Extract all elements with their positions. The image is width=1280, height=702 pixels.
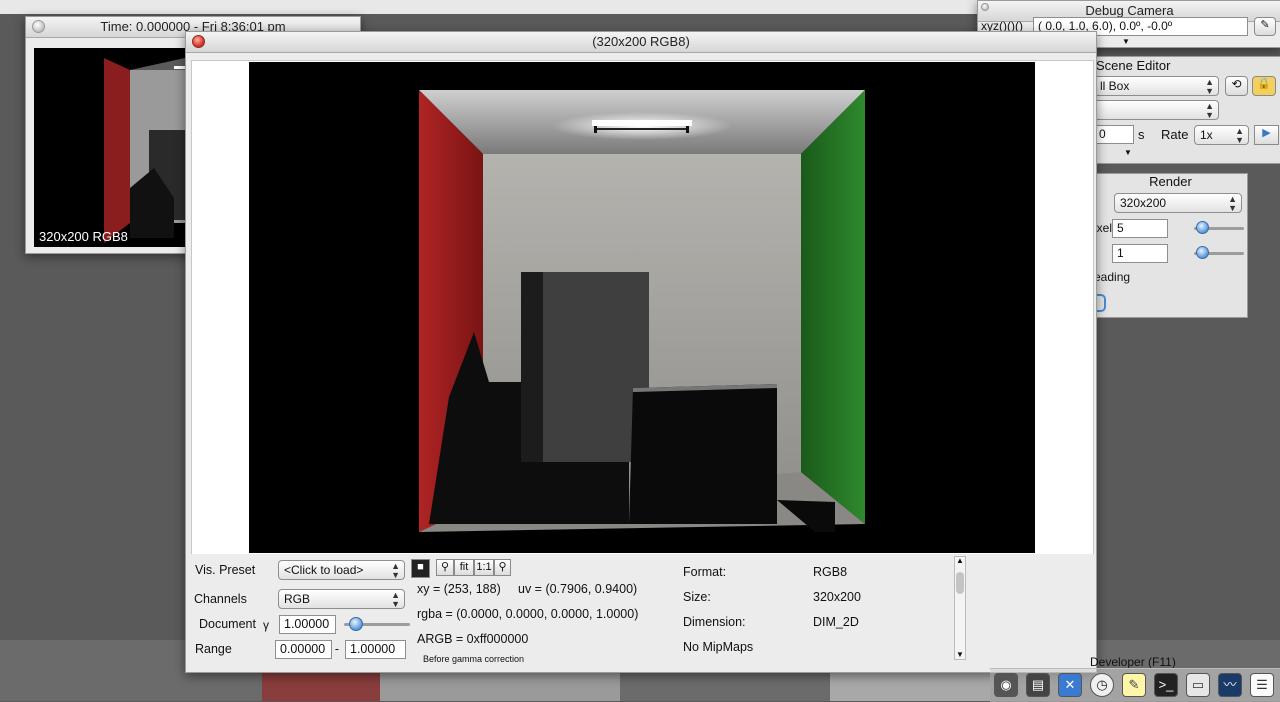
zoom-one-button[interactable]: 1:1	[474, 559, 494, 576]
background-box-patch	[830, 672, 990, 701]
document-icon[interactable]: ☰	[1250, 673, 1274, 697]
image-viewer-window[interactable]: (320x200 RGB8) Vis. Preset <Click to loa…	[185, 31, 1097, 673]
rate-select[interactable]: 1x ▲ ▼	[1194, 125, 1249, 145]
range-separator: -	[334, 642, 340, 656]
format-label: Format:	[683, 565, 727, 579]
image-area[interactable]	[191, 60, 1094, 555]
row2-field[interactable]: 1	[1112, 244, 1168, 263]
updown-icon: ▲ ▼	[391, 590, 400, 609]
camera-edit-button[interactable]: ✎	[1254, 17, 1276, 36]
updown-icon: ▲ ▼	[1235, 126, 1244, 145]
probe-button[interactable]: ⚲	[494, 559, 511, 576]
scroll-up-icon[interactable]: ▲	[956, 556, 964, 565]
render-title: Render	[1149, 174, 1192, 189]
rendered-image[interactable]	[249, 62, 1035, 553]
mipmaps-text: No MipMaps	[683, 640, 754, 654]
terminal-icon[interactable]: >_	[1154, 673, 1178, 697]
clock-icon[interactable]: ◷	[1090, 673, 1114, 697]
background-red-box	[262, 672, 382, 701]
zoom-fit-button[interactable]: fit	[454, 559, 474, 576]
save-preset-button[interactable]: ■	[411, 559, 430, 578]
preview-overlay-label: 320x200 RGB8	[39, 229, 128, 244]
channels-select[interactable]: RGB ▲ ▼	[278, 589, 405, 609]
uv-readout: uv = (0.7906, 0.9400)	[518, 582, 638, 596]
scroll-thumb[interactable]	[956, 572, 964, 594]
developer-toolbar: ◉ ▤ ✕ ◷ ✎ >_ ▭ 〰 ☰	[990, 668, 1280, 702]
scroll-down-icon[interactable]: ▼	[956, 650, 964, 659]
rate-label: Rate	[1161, 127, 1189, 142]
range-max-field[interactable]: 1.00000	[345, 640, 406, 659]
channels-label: Channels	[194, 592, 247, 606]
format-value: RGB8	[813, 565, 848, 579]
pencil-icon: ✎	[1260, 19, 1270, 31]
scene-reload-button[interactable]: ⟲	[1225, 76, 1248, 96]
developer-label: Developer (F11)	[1090, 655, 1176, 669]
preview-close-button[interactable]	[32, 20, 45, 33]
main-titlebar[interactable]: (320x200 RGB8)	[186, 32, 1096, 53]
film-icon[interactable]: ▤	[1026, 673, 1050, 697]
pin-icon: ⚲	[440, 561, 450, 573]
pixel-slider-knob[interactable]	[1196, 221, 1209, 234]
xy-readout: xy = (253, 188)	[417, 582, 501, 596]
inspector-panel: Vis. Preset <Click to load> ▲ ▼ ■ ⚲ fit 1…	[186, 554, 1094, 671]
background-floor-patch	[380, 672, 620, 701]
size-value: 320x200	[813, 590, 861, 604]
scene-lock-button[interactable]: 🔒	[1252, 76, 1276, 96]
scene-editor-title: Scene Editor	[1096, 58, 1171, 73]
monitor-icon[interactable]: 〰	[1218, 673, 1242, 697]
updown-icon: ▲ ▼	[1205, 101, 1214, 120]
pixel-field[interactable]: 5	[1112, 219, 1168, 238]
shading-label: eading	[1094, 270, 1131, 284]
lock-icon: 🔒	[1257, 78, 1271, 90]
size-label: Size:	[683, 590, 711, 604]
vis-preset-select[interactable]: <Click to load> ▲ ▼	[278, 560, 405, 580]
play-icon: ▶	[1262, 127, 1271, 139]
window-icon[interactable]: ▭	[1186, 673, 1210, 697]
vis-preset-label: Vis. Preset	[195, 563, 256, 577]
scene-disclosure-icon[interactable]: ▼	[1124, 148, 1132, 157]
render-window[interactable]: Render 320x200 ▲ ▼ ixel 5 1 eading	[1093, 173, 1248, 318]
main-title: (320x200 RGB8)	[592, 34, 690, 49]
document-label: Document	[199, 617, 256, 631]
reload-icon: ⟲	[1231, 77, 1242, 91]
time-field[interactable]: 0	[1094, 125, 1134, 144]
camera-close-button[interactable]	[981, 3, 989, 11]
resolution-select[interactable]: 320x200 ▲ ▼	[1114, 193, 1242, 213]
updown-icon: ▲ ▼	[1205, 77, 1214, 96]
notes-icon[interactable]: ✎	[1122, 673, 1146, 697]
time-unit-label: s	[1138, 127, 1145, 142]
rgba-readout: rgba = (0.0000, 0.0000, 0.0000, 1.0000)	[417, 607, 639, 621]
dimension-label: Dimension:	[683, 615, 746, 629]
camera-disclosure-icon[interactable]: ▼	[1122, 37, 1130, 46]
argb-readout: ARGB = 0xff000000	[417, 632, 529, 646]
row2-slider-knob[interactable]	[1196, 246, 1209, 259]
tools-icon[interactable]: ✕	[1058, 673, 1082, 697]
range-label: Range	[195, 642, 232, 656]
info-scrollbar[interactable]: ▲ ▼	[954, 556, 966, 660]
main-close-button[interactable]	[192, 35, 205, 48]
dimension-value: DIM_2D	[813, 615, 859, 629]
updown-icon: ▲ ▼	[391, 561, 400, 580]
scene-editor-window[interactable]: Scene Editor ll Box ▲ ▼ ⟲ 🔒 ▲ ▼ 0 s Rate 1…	[1093, 56, 1280, 164]
gamma-field[interactable]: 1.00000	[279, 615, 336, 634]
camera-icon[interactable]: ◉	[994, 673, 1018, 697]
range-min-field[interactable]: 0.00000	[275, 640, 332, 659]
picker-button[interactable]: ⚲	[436, 559, 454, 576]
scene-select[interactable]: ll Box ▲ ▼	[1094, 76, 1219, 96]
gamma-slider-knob[interactable]	[349, 617, 363, 631]
gamma-symbol: γ	[263, 618, 269, 632]
probe-icon: ⚲	[498, 561, 507, 573]
background-strip	[0, 0, 980, 14]
updown-icon: ▲ ▼	[1228, 194, 1237, 213]
gamma-note: Before gamma correction	[423, 654, 525, 664]
scene-secondary-select[interactable]: ▲ ▼	[1094, 100, 1219, 120]
camera-title: Debug Camera	[1085, 3, 1174, 18]
play-button[interactable]: ▶	[1254, 125, 1279, 145]
disk-icon: ■	[417, 561, 424, 573]
